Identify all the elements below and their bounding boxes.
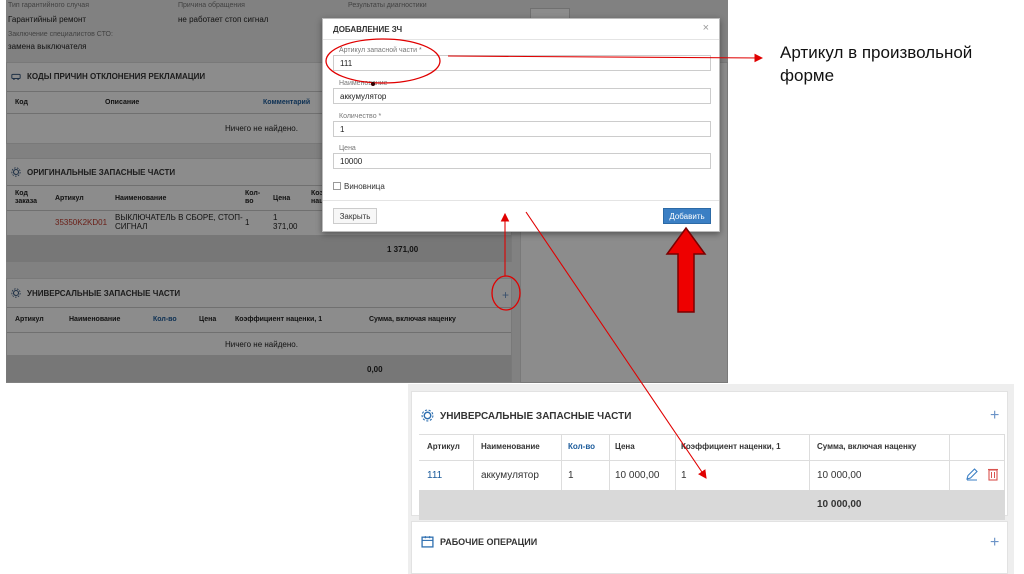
name-field-label: Наименование xyxy=(339,80,388,87)
add-part-modal: ДОБАВЛЕНИЕ ЗЧ × Артикул запасной части *… xyxy=(322,18,720,232)
row-article-link[interactable]: 111 xyxy=(427,470,442,481)
pencil-icon[interactable] xyxy=(965,467,979,481)
culprit-checkbox[interactable] xyxy=(333,182,341,190)
universal-total: 10 000,00 xyxy=(817,499,862,510)
row-coef: 1 xyxy=(681,470,687,481)
annotation-line-2: форме xyxy=(780,66,835,85)
col-sum: Сумма, включая наценку xyxy=(817,442,917,451)
culprit-checkbox-label: Виновница xyxy=(344,182,385,191)
work-operations-title: РАБОЧИЕ ОПЕРАЦИИ xyxy=(440,537,538,547)
close-icon[interactable]: × xyxy=(703,22,709,34)
detail-view: УНИВЕРСАЛЬНЫЕ ЗАПАСНЫЕ ЧАСТИ + Артикул Н… xyxy=(408,384,1014,574)
big-up-arrow xyxy=(665,226,707,313)
col-article: Артикул xyxy=(427,442,460,451)
gear-icon xyxy=(421,409,434,422)
article-field[interactable] xyxy=(333,55,711,71)
row-sum: 10 000,00 xyxy=(817,470,862,481)
row-name: аккумулятор xyxy=(481,470,539,481)
calendar-icon xyxy=(421,536,434,548)
universal-parts-card: УНИВЕРСАЛЬНЫЕ ЗАПАСНЫЕ ЧАСТИ + Артикул Н… xyxy=(411,391,1008,520)
quantity-field-label: Количество * xyxy=(339,113,382,120)
add-universal-part-icon[interactable]: + xyxy=(990,408,999,424)
article-field-label: Артикул запасной части * xyxy=(339,47,422,54)
col-name: Наименование xyxy=(481,442,540,451)
annotation-text: Артикул в произвольной форме xyxy=(780,41,972,87)
table-footer xyxy=(419,490,1005,520)
add-work-operation-icon[interactable]: + xyxy=(990,535,999,551)
price-field-label: Цена xyxy=(339,145,356,152)
close-button[interactable]: Закрыть xyxy=(333,208,377,224)
name-field[interactable] xyxy=(333,88,711,104)
add-button[interactable]: Добавить xyxy=(663,208,711,224)
work-operations-card: РАБОЧИЕ ОПЕРАЦИИ + xyxy=(411,521,1008,574)
universal-parts-title: УНИВЕРСАЛЬНЫЕ ЗАПАСНЫЕ ЧАСТИ xyxy=(440,411,632,422)
modal-title: ДОБАВЛЕНИЕ ЗЧ xyxy=(333,25,403,34)
col-price: Цена xyxy=(615,442,635,451)
universal-parts-table: Артикул Наименование Кол-во Цена Коэффиц… xyxy=(419,434,1005,520)
trash-icon[interactable] xyxy=(987,467,999,481)
annotation-line-1: Артикул в произвольной xyxy=(780,43,973,62)
col-qty[interactable]: Кол-во xyxy=(568,442,595,451)
row-price: 10 000,00 xyxy=(615,470,660,481)
row-qty: 1 xyxy=(568,470,574,481)
col-coef: Коэффициент наценки, 1 xyxy=(681,442,781,451)
quantity-field[interactable] xyxy=(333,121,711,137)
price-field[interactable] xyxy=(333,153,711,169)
